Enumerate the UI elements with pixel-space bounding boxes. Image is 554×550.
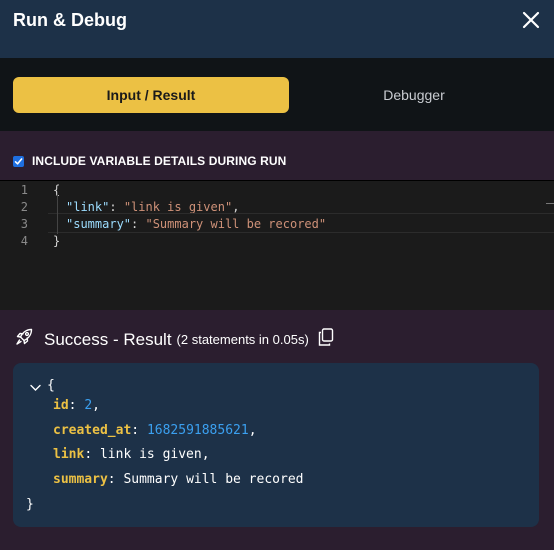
include-variable-details-option[interactable]: INCLUDE VARIABLE DETAILS DURING RUN xyxy=(13,154,286,168)
panel-title: Run & Debug xyxy=(13,10,127,30)
json-field-created-at: created_at: 1682591885621, xyxy=(53,423,257,438)
tab-bar: Input / Result Debugger xyxy=(0,58,554,131)
rocket-icon xyxy=(14,327,34,352)
close-icon[interactable] xyxy=(520,9,542,31)
line-number: 3 xyxy=(20,217,28,231)
include-variable-details-label: INCLUDE VARIABLE DETAILS DURING RUN xyxy=(32,154,287,168)
result-title: Success - Result xyxy=(44,329,172,349)
code-line-4: } xyxy=(53,234,61,248)
json-field-id: id: 2, xyxy=(53,398,100,413)
panel-header: Run & Debug xyxy=(0,0,554,58)
result-json-panel: { id: 2, created_at: 1682591885621, link… xyxy=(13,363,539,527)
json-field-summary: summary: Summary will be recored xyxy=(53,472,304,487)
line-number: 2 xyxy=(20,200,28,214)
json-close-brace: } xyxy=(26,497,34,512)
code-editor[interactable]: 1 2 3 4 { "link": "link is given", "summ… xyxy=(0,180,554,310)
result-meta: (2 statements in 0.05s) xyxy=(176,332,309,347)
line-number: 1 xyxy=(20,183,28,197)
collapse-chevron-icon[interactable] xyxy=(30,381,41,396)
result-header: Success - Result (2 statements in 0.05s) xyxy=(14,327,334,352)
code-line-2: "link": "link is given", xyxy=(66,200,240,214)
line-number: 4 xyxy=(20,234,28,248)
scroll-marker xyxy=(546,203,554,204)
indent-guide xyxy=(57,194,58,234)
tab-input-result[interactable]: Input / Result xyxy=(13,77,289,113)
include-variable-details-checkbox[interactable] xyxy=(13,155,24,167)
current-line-highlight xyxy=(48,213,554,233)
json-open-brace: { xyxy=(47,378,55,393)
copy-icon[interactable] xyxy=(318,328,334,351)
tab-debugger[interactable]: Debugger xyxy=(290,77,538,113)
json-field-link: link: link is given, xyxy=(53,447,210,462)
